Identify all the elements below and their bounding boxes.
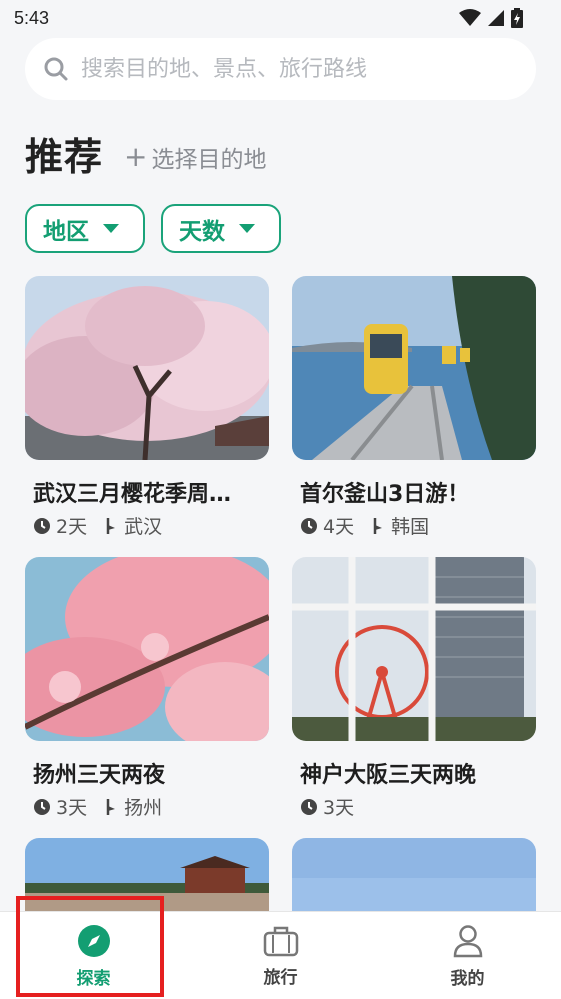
ferris-wheel-image	[292, 557, 536, 741]
card-title: 武汉三月樱花季周…	[33, 482, 232, 507]
pink-blossoms-image	[25, 557, 269, 741]
clock-icon	[34, 517, 50, 534]
app-screen: 5:43 推荐 + 选择目的地 地区 天数	[0, 0, 561, 999]
nav-explore-label: 探索	[76, 968, 111, 989]
location: 韩国	[372, 512, 429, 539]
card-title: 神户大阪三天两晚	[300, 763, 477, 788]
duration: 4天	[300, 512, 354, 539]
caret-down-icon	[103, 224, 119, 233]
suitcase-icon	[263, 926, 298, 956]
location-text: 扬州	[124, 797, 163, 819]
card-meta: 3天 扬州	[33, 793, 269, 820]
duration-text: 3天	[323, 797, 355, 819]
clock-icon	[301, 798, 317, 815]
region-filter-chip[interactable]: 地区	[25, 204, 145, 253]
sky-capsule-train-image	[292, 276, 536, 460]
location-text: 武汉	[124, 516, 163, 538]
location-text: 韩国	[391, 516, 430, 538]
trip-card[interactable]: 首尔釜山3日游！ 4天 韩国	[292, 276, 536, 539]
duration: 3天	[300, 793, 354, 820]
duration: 3天	[33, 793, 87, 820]
flag-icon	[106, 798, 116, 815]
trip-card[interactable]: 扬州三天两夜 3天 扬州	[25, 557, 269, 820]
page-title: 推荐	[25, 135, 104, 179]
card-title: 首尔釜山3日游！	[300, 482, 470, 507]
clock-icon	[34, 798, 50, 815]
trip-card[interactable]: 武汉三月樱花季周… 2天 武汉	[25, 276, 269, 539]
battery-icon	[511, 8, 523, 28]
status-bar: 5:43	[0, 0, 561, 36]
duration-text: 3天	[56, 797, 88, 819]
select-destination-button[interactable]: + 选择目的地	[124, 140, 266, 174]
status-time: 5:43	[14, 8, 50, 28]
trip-card[interactable]: 神户大阪三天两晚 3天	[292, 557, 536, 820]
clock-icon	[301, 517, 317, 534]
status-icons	[459, 8, 523, 28]
nav-profile-label: 我的	[450, 968, 485, 989]
search-icon	[44, 57, 68, 81]
card-meta: 3天	[300, 793, 536, 820]
search-input[interactable]	[81, 56, 501, 82]
days-filter-chip[interactable]: 天数	[161, 204, 281, 253]
location: 扬州	[105, 793, 162, 820]
card-meta: 2天 武汉	[33, 512, 269, 539]
region-filter-label: 地区	[43, 218, 89, 245]
days-filter-label: 天数	[179, 218, 225, 245]
duration: 2天	[33, 512, 87, 539]
wifi-icon	[459, 9, 481, 26]
select-destination-label: 选择目的地	[151, 147, 267, 173]
flag-icon	[373, 517, 383, 534]
card-meta: 4天 韩国	[300, 512, 536, 539]
duration-text: 4天	[323, 516, 355, 538]
search-bar[interactable]	[25, 38, 536, 100]
bottom-navigation: 探索 旅行 我的	[0, 911, 561, 999]
plus-icon: +	[124, 140, 148, 173]
person-icon	[453, 924, 482, 957]
cherry-blossom-tree-image	[25, 276, 269, 460]
location: 武汉	[105, 512, 162, 539]
caret-down-icon	[239, 224, 255, 233]
flag-icon	[106, 517, 116, 534]
nav-trips[interactable]: 旅行	[187, 912, 374, 999]
nav-trips-label: 旅行	[263, 967, 298, 988]
compass-icon	[77, 924, 110, 957]
card-title: 扬州三天两夜	[33, 763, 166, 788]
nav-explore[interactable]: 探索	[0, 912, 187, 999]
signal-icon	[488, 10, 504, 26]
nav-profile[interactable]: 我的	[374, 912, 561, 999]
duration-text: 2天	[56, 516, 88, 538]
